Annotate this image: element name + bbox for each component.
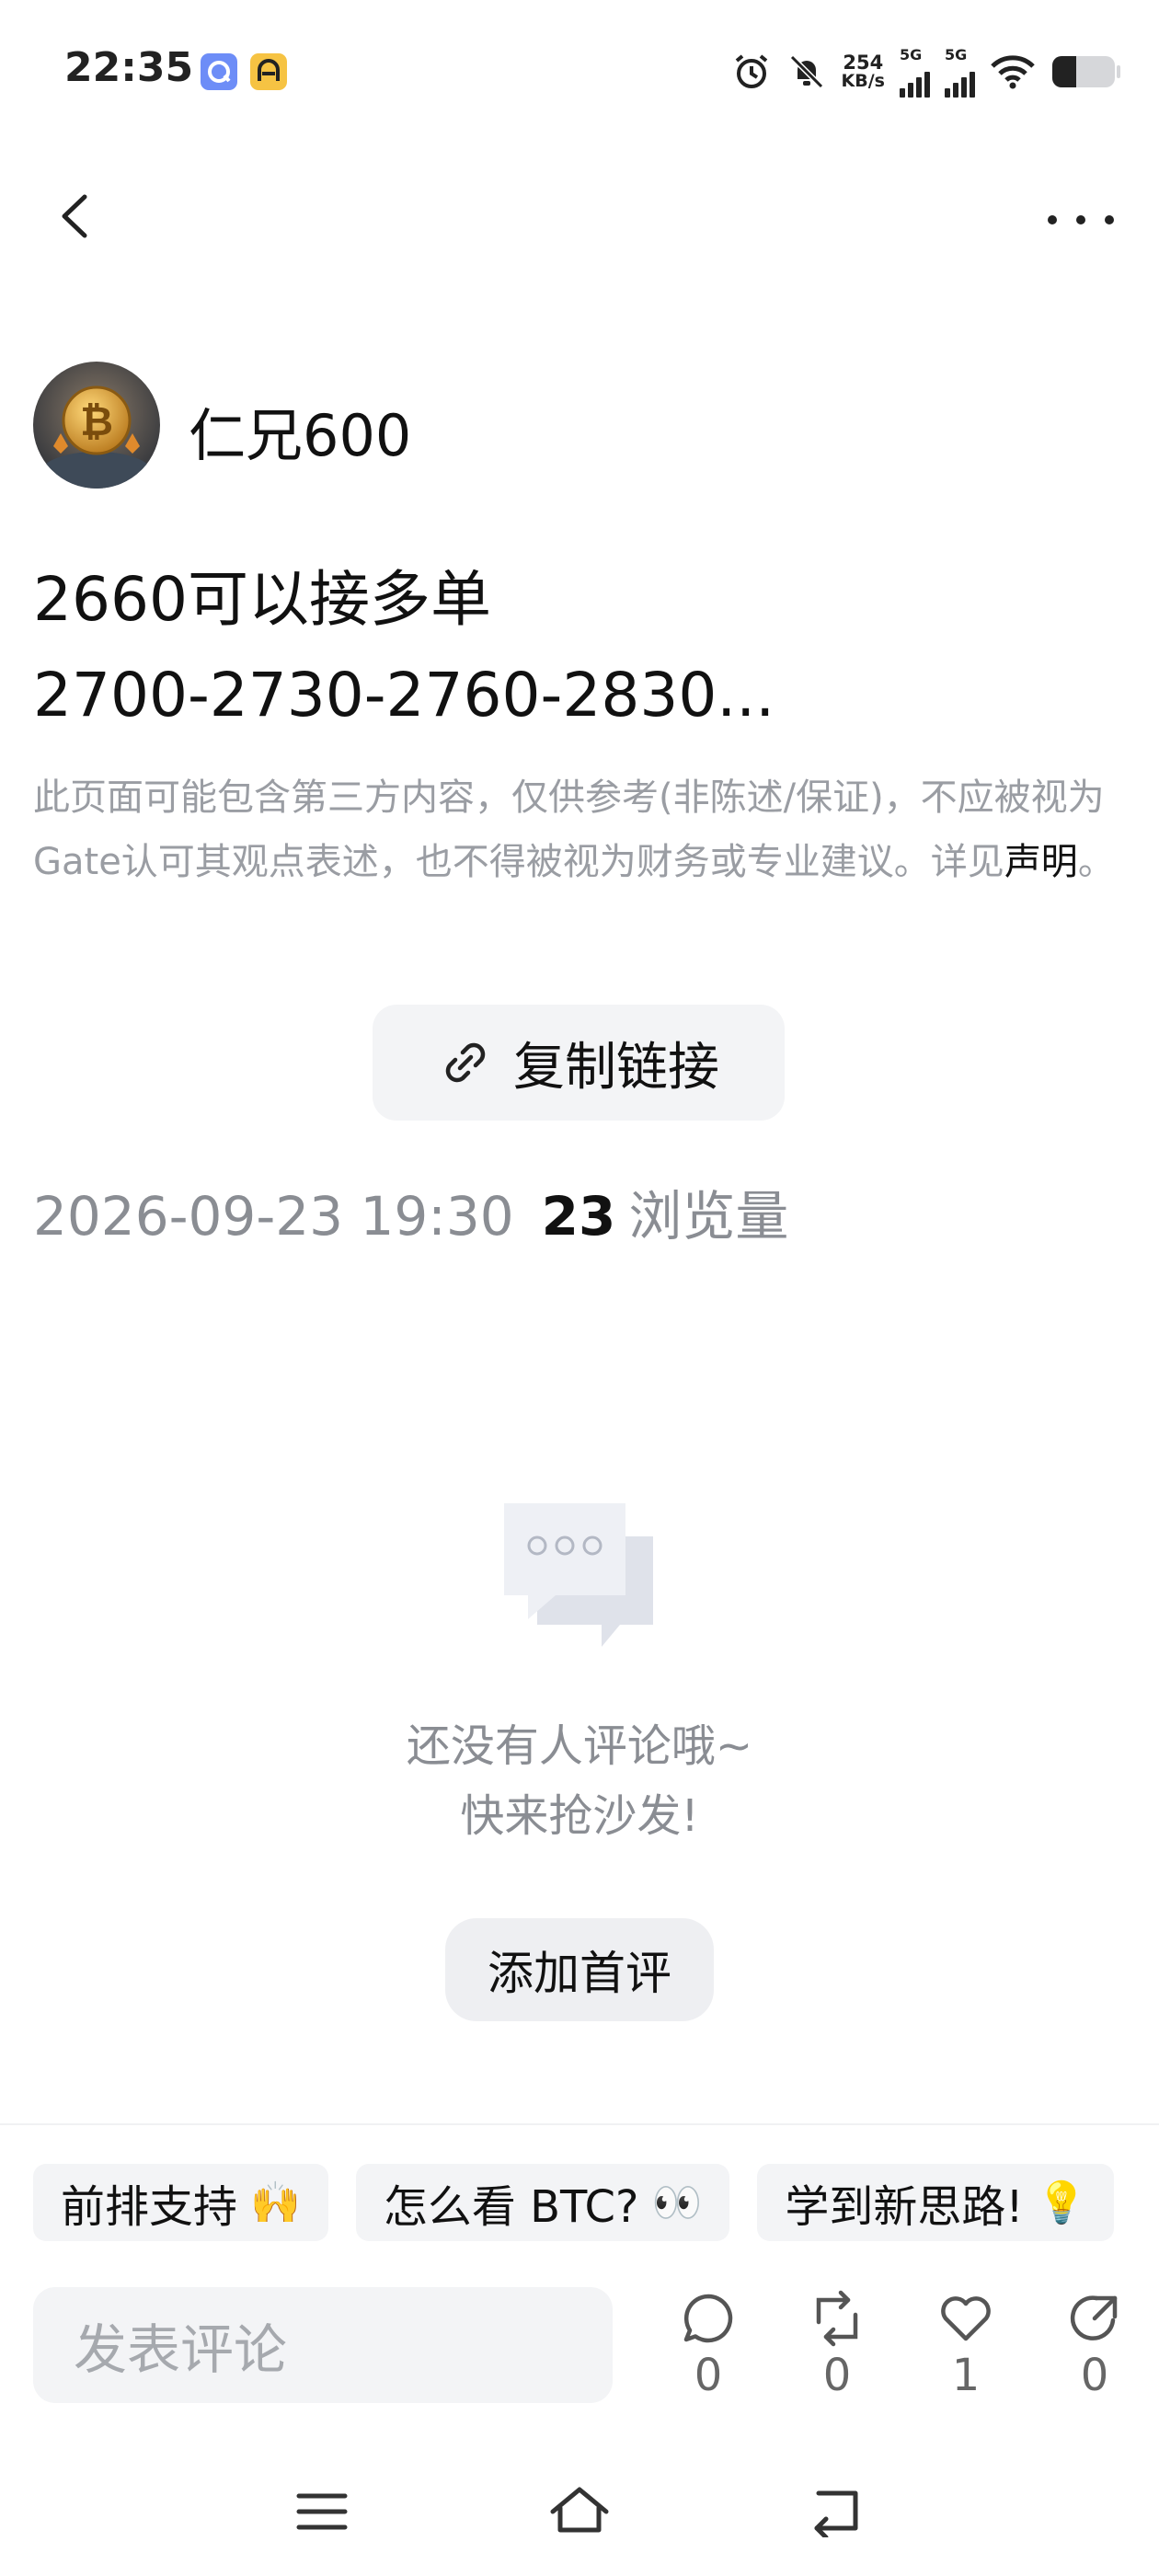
- quick-replies: 前排支持 🙌 怎么看 BTC? 👀 学到新思路! 💡: [33, 2164, 1115, 2241]
- raised-hands-icon: 🙌: [250, 2179, 301, 2226]
- post-datetime: 2026-09-23 19:30: [33, 1185, 514, 1248]
- empty-line-2: 快来抢沙发!: [460, 1790, 699, 1842]
- link-icon: [445, 1042, 486, 1083]
- share-action[interactable]: 0: [1053, 2289, 1136, 2401]
- signal-label-2: 5G: [945, 46, 968, 63]
- repost-action[interactable]: 0: [796, 2289, 878, 2401]
- wifi-icon: [991, 55, 1035, 89]
- quick-reply-chip[interactable]: 前排支持 🙌: [33, 2164, 328, 2241]
- post-meta: 2026-09-23 19:30 23 浏览量: [33, 1173, 788, 1250]
- share-icon: [1070, 2295, 1118, 2340]
- status-time: 22:35: [64, 44, 194, 91]
- avatar[interactable]: ₿: [33, 362, 160, 489]
- signal-icon-1: 5G: [900, 46, 930, 98]
- comment-icon: [683, 2294, 733, 2343]
- like-count: 1: [951, 2350, 981, 2401]
- back-arrow-icon: [814, 2490, 858, 2537]
- signal-icon-2: 5G: [945, 46, 975, 98]
- post-line-1: 2660可以接多单: [33, 564, 491, 635]
- system-back-button[interactable]: [800, 2475, 874, 2548]
- empty-comments-icon: [500, 1500, 657, 1656]
- quick-reply-label: 怎么看 BTC?: [383, 2181, 639, 2233]
- mute-bell-icon: [789, 54, 823, 89]
- quick-reply-label: 学到新思路!: [785, 2181, 1024, 2233]
- comment-input[interactable]: 发表评论: [33, 2287, 613, 2403]
- app-notification-icon-2: [250, 53, 287, 90]
- comment-action[interactable]: 0: [667, 2289, 750, 2401]
- lightbulb-icon: 💡: [1036, 2179, 1087, 2226]
- menu-icon: [296, 2493, 348, 2530]
- copy-link-button[interactable]: 复制链接: [373, 1005, 785, 1121]
- status-indicators: 254 KB/s 5G 5G: [731, 44, 1122, 99]
- battery-icon: [1052, 56, 1120, 87]
- quick-reply-label: 前排支持: [61, 2181, 238, 2233]
- more-button[interactable]: [1039, 189, 1122, 244]
- view-count-number: 23: [541, 1185, 616, 1248]
- network-speed: 254 KB/s: [841, 52, 885, 91]
- repost-count: 0: [822, 2350, 852, 2401]
- disclaimer-text: 此页面可能包含第三方内容，仅供参考(非陈述/保证)，不应被视为Gate认可其观点…: [33, 776, 1105, 883]
- network-speed-unit: KB/s: [841, 71, 885, 91]
- copy-link-label: 复制链接: [513, 1037, 719, 1098]
- disclaimer-link[interactable]: 声明: [1004, 841, 1078, 883]
- home-icon: [550, 2487, 609, 2533]
- add-first-comment-button[interactable]: 添加首评: [445, 1918, 714, 2021]
- comment-count: 0: [694, 2350, 723, 2401]
- eyes-icon: 👀: [651, 2179, 703, 2226]
- like-action[interactable]: 1: [924, 2289, 1007, 2401]
- post-content: 2660可以接多单 2700-2730-2760-2830...: [33, 552, 1119, 743]
- back-button[interactable]: [44, 184, 109, 248]
- post-line-2: 2700-2730-2760-2830...: [33, 660, 775, 730]
- repost-icon: [816, 2290, 858, 2347]
- network-speed-value: 254: [843, 52, 884, 74]
- system-home-button[interactable]: [543, 2475, 616, 2548]
- heart-icon: [941, 2296, 991, 2341]
- author-name[interactable]: 仁兄600: [189, 389, 411, 472]
- quick-reply-chip[interactable]: 学到新思路! 💡: [757, 2164, 1115, 2241]
- app-notification-icon: [201, 53, 237, 90]
- share-count: 0: [1080, 2350, 1109, 2401]
- empty-comments-message: 还没有人评论哦~ 快来抢沙发!: [304, 1711, 855, 1851]
- view-count: 23 浏览量: [542, 1173, 789, 1250]
- system-menu-button[interactable]: [285, 2475, 359, 2548]
- view-count-label: 浏览量: [628, 1185, 789, 1248]
- quick-reply-chip[interactable]: 怎么看 BTC? 👀: [355, 2164, 730, 2241]
- disclaimer: 此页面可能包含第三方内容，仅供参考(非陈述/保证)，不应被视为Gate认可其观点…: [33, 765, 1132, 894]
- chevron-left-icon: [62, 194, 87, 238]
- divider: [0, 2123, 1159, 2125]
- alarm-icon: [735, 54, 767, 88]
- disclaimer-suffix: 。: [1077, 841, 1115, 883]
- svg-text:₿: ₿: [80, 398, 113, 445]
- empty-line-1: 还没有人评论哦~: [406, 1720, 753, 1772]
- signal-label-1: 5G: [900, 46, 923, 63]
- more-horizontal-icon: [1048, 215, 1114, 224]
